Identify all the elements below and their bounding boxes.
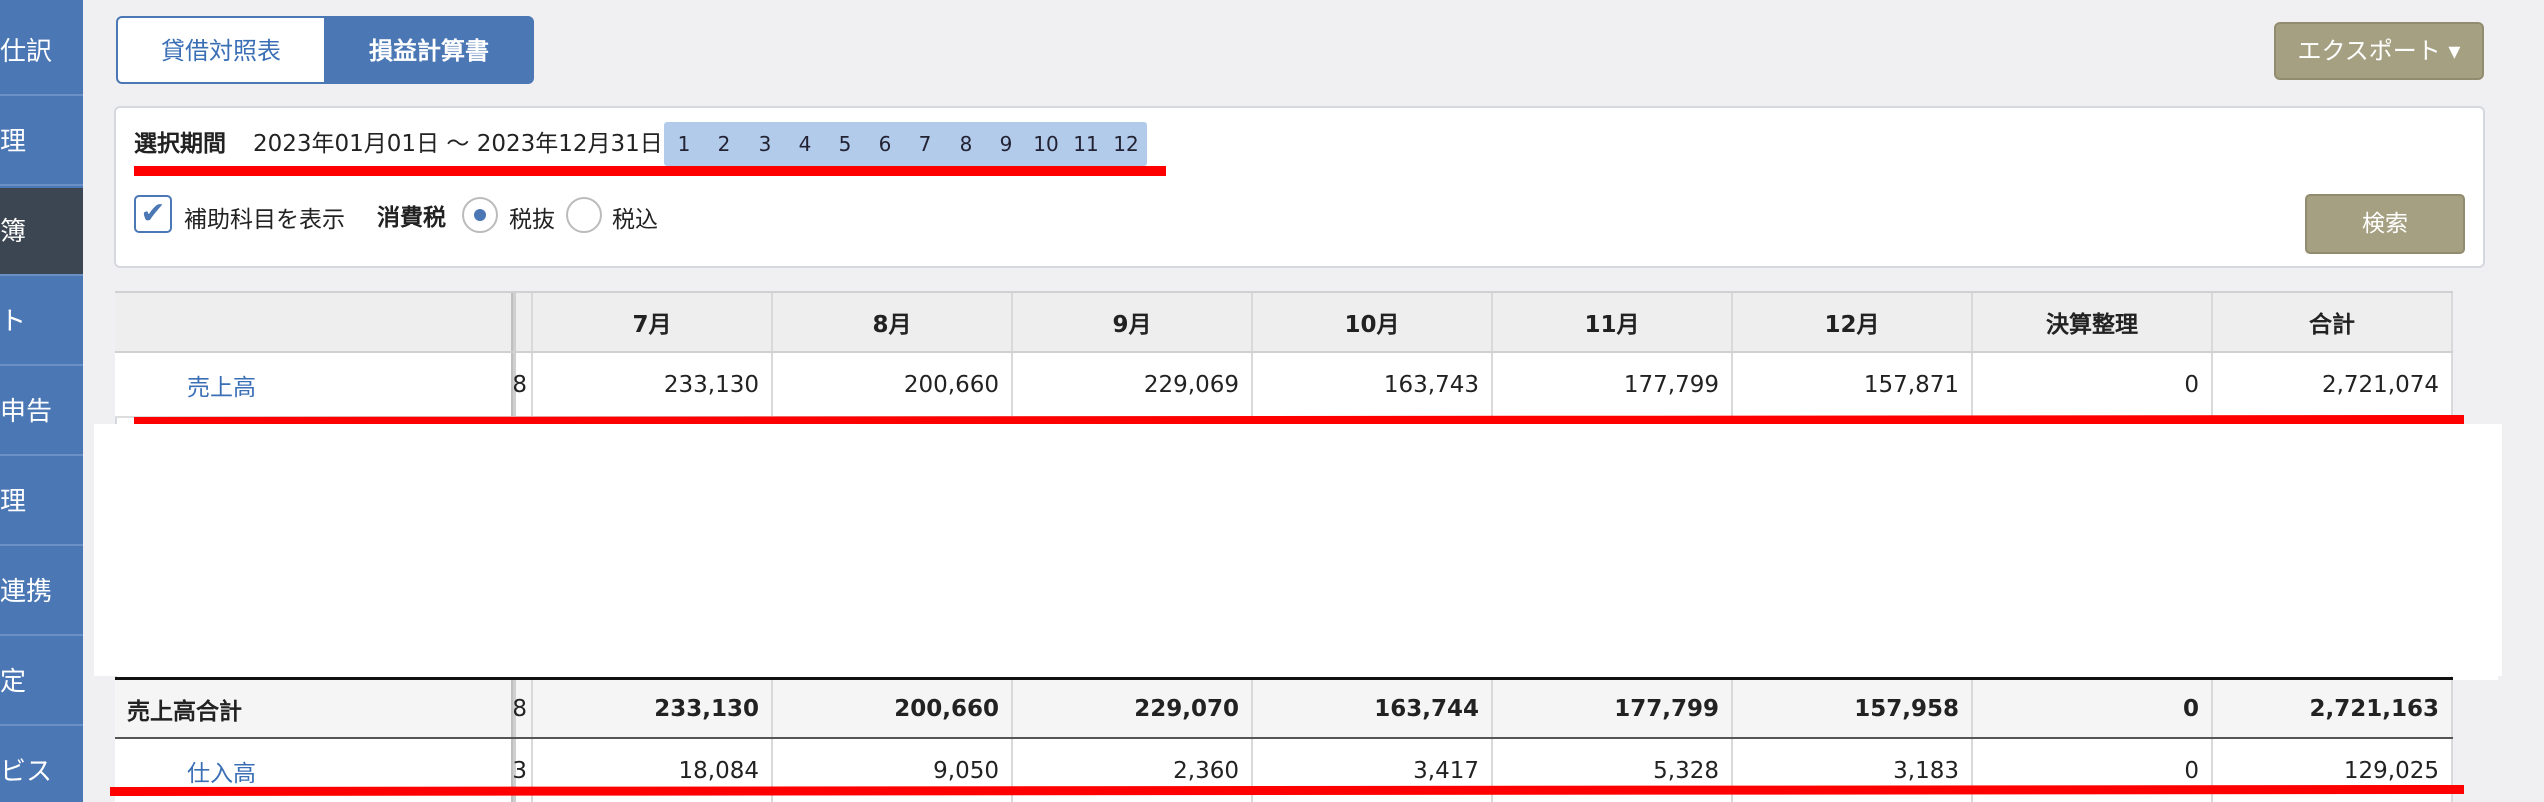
row-label-cell: 売上高 xyxy=(115,353,513,416)
cell-sep: 229,070 xyxy=(1013,680,1253,737)
month-button-5[interactable]: 5 xyxy=(825,122,865,166)
header-aug: 8月 xyxy=(773,293,1013,351)
header-sep: 9月 xyxy=(1013,293,1253,351)
month-button-1[interactable]: 1 xyxy=(664,122,704,166)
header-jul: 7月 xyxy=(533,293,773,351)
table-row: 売上高 8 233,130 200,660 229,069 163,743 17… xyxy=(115,353,2453,418)
header-label-cell xyxy=(115,293,513,351)
header-total: 合計 xyxy=(2213,293,2453,351)
table-row: 売上高合計 8 233,130 200,660 229,070 163,744 … xyxy=(115,677,2453,739)
tax-included-radio[interactable] xyxy=(566,197,602,233)
export-button[interactable]: エクスポート ▾ xyxy=(2274,22,2484,80)
tab-income-statement[interactable]: 損益計算書 xyxy=(324,16,534,84)
highlight-underline-period xyxy=(134,166,1166,176)
month-button-8[interactable]: 8 xyxy=(946,122,986,166)
header-closing-adjustment: 決算整理 xyxy=(1973,293,2213,351)
sidebar-item-settings[interactable]: 定 xyxy=(0,638,83,726)
month-button-12[interactable]: 12 xyxy=(1106,122,1146,166)
period-label: 選択期間 xyxy=(134,131,226,157)
month-button-6[interactable]: 6 xyxy=(865,122,905,166)
month-button-3[interactable]: 3 xyxy=(745,122,785,166)
cell-total: 2,721,163 xyxy=(2213,680,2453,737)
cell-oct: 163,744 xyxy=(1253,680,1493,737)
cell-jul: 233,130 xyxy=(533,680,773,737)
row-label-cell: 売上高合計 xyxy=(115,680,513,737)
sidebar-item-services[interactable]: ビス xyxy=(0,728,83,802)
sidebar-item-tax-return[interactable]: 申告 xyxy=(0,368,83,456)
tax-label: 消費税 xyxy=(377,205,446,231)
sales-total-label: 売上高合計 xyxy=(127,698,242,725)
sidebar-item-report[interactable]: ト xyxy=(0,278,83,366)
cell-jul: 233,130 xyxy=(533,353,773,416)
sidebar-item-processing[interactable]: 理 xyxy=(0,458,83,546)
cut-value: 8 xyxy=(512,353,533,416)
cell-aug: 200,660 xyxy=(773,353,1013,416)
header-nov: 11月 xyxy=(1493,293,1733,351)
period-range: 2023年01月01日 〜 2023年12月31日 xyxy=(253,131,663,157)
month-button-11[interactable]: 11 xyxy=(1066,122,1106,166)
tax-excluded-radio[interactable] xyxy=(462,197,498,233)
month-button-9[interactable]: 9 xyxy=(986,122,1026,166)
sidebar-item-journal[interactable]: 仕訳 xyxy=(0,8,83,96)
header-oct: 10月 xyxy=(1253,293,1493,351)
account-link-sales[interactable]: 売上高 xyxy=(115,368,256,402)
cell-sep: 229,069 xyxy=(1013,353,1253,416)
cell-closing-adjustment: 0 xyxy=(1973,680,2213,737)
redacted-area-edge xyxy=(2452,510,2498,680)
month-button-2[interactable]: 2 xyxy=(704,122,744,166)
tab-balance-sheet[interactable]: 貸借対照表 xyxy=(116,16,326,84)
tax-excluded-label: 税抜 xyxy=(509,207,555,233)
month-button-7[interactable]: 7 xyxy=(905,122,945,166)
cell-oct: 163,743 xyxy=(1253,353,1493,416)
cell-dec: 157,871 xyxy=(1733,353,1973,416)
sidebar-item-integration[interactable]: 連携 xyxy=(0,548,83,636)
cell-closing-adjustment: 0 xyxy=(1973,353,2213,416)
month-button-10[interactable]: 10 xyxy=(1026,122,1066,166)
cell-total: 2,721,074 xyxy=(2213,353,2453,416)
redacted-area xyxy=(94,424,2502,676)
cut-value: 8 xyxy=(512,680,533,737)
show-sub-accounts-label: 補助科目を表示 xyxy=(184,207,345,233)
show-sub-accounts-checkbox[interactable]: ✔ xyxy=(134,195,172,233)
sidebar-item-management[interactable]: 理 xyxy=(0,98,83,186)
cell-nov: 177,799 xyxy=(1493,680,1733,737)
frozen-column-edge xyxy=(513,293,533,351)
account-link-purchases[interactable]: 仕入高 xyxy=(115,754,256,788)
table-header-row: 7月 8月 9月 10月 11月 12月 決算整理 合計 xyxy=(115,291,2453,353)
sidebar: 仕訳 理 簿 ト 申告 理 連携 定 ビス xyxy=(0,0,83,802)
cell-aug: 200,660 xyxy=(773,680,1013,737)
tax-included-label: 税込 xyxy=(612,207,658,233)
sidebar-item-ledger[interactable]: 簿 xyxy=(0,188,83,276)
cell-dec: 157,958 xyxy=(1733,680,1973,737)
cell-nov: 177,799 xyxy=(1493,353,1733,416)
search-button[interactable]: 検索 xyxy=(2305,194,2465,254)
month-button-4[interactable]: 4 xyxy=(785,122,825,166)
header-dec: 12月 xyxy=(1733,293,1973,351)
